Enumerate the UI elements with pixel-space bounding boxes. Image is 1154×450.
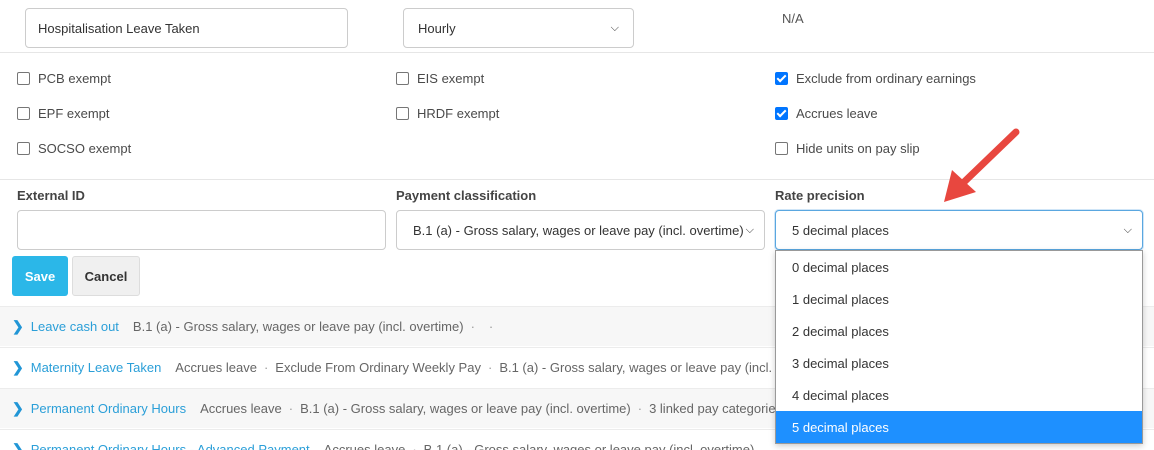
- checkbox[interactable]: [775, 72, 788, 85]
- payment-classification-value: B.1 (a) - Gross salary, wages or leave p…: [413, 222, 744, 238]
- checkbox-label: Exclude from ordinary earnings: [796, 71, 976, 86]
- checkbox-label: Accrues leave: [796, 106, 878, 121]
- separator-dot: ·: [488, 319, 494, 334]
- external-id-input[interactable]: [17, 210, 386, 250]
- chevron-right-icon[interactable]: ❯: [12, 441, 24, 450]
- checkbox[interactable]: [17, 72, 30, 85]
- na-text: N/A: [782, 11, 804, 26]
- checkbox[interactable]: [396, 72, 409, 85]
- external-id-label: External ID: [17, 188, 85, 203]
- checkbox-row[interactable]: Hide units on pay slip: [775, 141, 920, 156]
- checkbox-row[interactable]: HRDF exempt: [396, 106, 499, 121]
- checkbox-row[interactable]: EIS exempt: [396, 71, 484, 86]
- rate-precision-option[interactable]: 4 decimal places: [776, 379, 1142, 411]
- list-item-meta: Accrues leave: [323, 442, 406, 450]
- unit-select-value: Hourly: [418, 20, 456, 36]
- list-item-meta: 3 linked pay categories: [649, 401, 783, 416]
- separator-dot: ·: [412, 442, 417, 450]
- top-row: Hourly ⌵ N/A: [0, 0, 1154, 53]
- separator-dot: ·: [263, 360, 269, 375]
- rate-precision-select[interactable]: 5 decimal places ⌵: [775, 210, 1143, 250]
- separator-dot: ·: [487, 360, 493, 375]
- checkbox-label: SOCSO exempt: [38, 141, 132, 156]
- checkbox-label: PCB exempt: [38, 71, 111, 86]
- checkbox-label: HRDF exempt: [417, 106, 500, 121]
- checkbox-row[interactable]: PCB exempt: [17, 71, 111, 86]
- checkbox[interactable]: [775, 107, 788, 120]
- rate-precision-option[interactable]: 5 decimal places: [776, 411, 1142, 443]
- chevron-down-icon: ⌵: [745, 223, 754, 236]
- chevron-right-icon[interactable]: ❯: [12, 400, 24, 417]
- separator-dot: ·: [470, 319, 475, 334]
- cancel-button[interactable]: Cancel: [72, 256, 140, 296]
- chevron-right-icon[interactable]: ❯: [12, 318, 24, 335]
- chevron-right-icon[interactable]: ❯: [12, 359, 24, 376]
- list-item-title[interactable]: Permanent Ordinary Hours: [31, 401, 186, 416]
- list-item-meta: Exclude From Ordinary Weekly Pay: [275, 360, 481, 375]
- list-item-title[interactable]: Permanent Ordinary Hours - Advanced Paym…: [31, 442, 310, 450]
- rate-precision-value: 5 decimal places: [792, 222, 889, 238]
- checkbox-label: Hide units on pay slip: [796, 141, 920, 156]
- rate-precision-option[interactable]: 0 decimal places: [776, 251, 1142, 283]
- checkbox[interactable]: [396, 107, 409, 120]
- rate-precision-option[interactable]: 2 decimal places: [776, 315, 1142, 347]
- separator-dot: ·: [637, 401, 643, 416]
- checkbox-row[interactable]: EPF exempt: [17, 106, 110, 121]
- rate-precision-dropdown: 0 decimal places 1 decimal places 2 decima…: [775, 250, 1143, 444]
- checkbox[interactable]: [17, 142, 30, 155]
- list-item-title[interactable]: Maternity Leave Taken: [31, 360, 162, 375]
- unit-select[interactable]: Hourly ⌵: [403, 8, 634, 48]
- checkbox-label: EIS exempt: [417, 71, 485, 86]
- leave-name-input[interactable]: [25, 8, 348, 48]
- checkbox-row[interactable]: Accrues leave: [775, 106, 878, 121]
- chevron-down-icon: ⌵: [1123, 223, 1132, 236]
- list-item-meta: Accrues leave: [175, 360, 257, 375]
- checkbox-label: EPF exempt: [38, 106, 110, 121]
- red-arrow-icon: [944, 128, 1020, 202]
- rate-precision-option[interactable]: 1 decimal places: [776, 283, 1142, 315]
- list-item-title[interactable]: Leave cash out: [31, 319, 119, 334]
- payment-classification-label: Payment classification: [396, 188, 537, 203]
- checkbox[interactable]: [17, 107, 30, 120]
- checkbox-row[interactable]: SOCSO exempt: [17, 141, 131, 156]
- list-item-meta: Accrues leave: [200, 401, 282, 416]
- rate-precision-option[interactable]: 3 decimal places: [776, 347, 1142, 379]
- payment-classification-select[interactable]: B.1 (a) - Gross salary, wages or leave p…: [396, 210, 765, 250]
- chevron-down-icon: ⌵: [610, 21, 619, 34]
- list-item-meta: B.1 (a) - Gross salary, wages or leave p…: [300, 401, 631, 416]
- list-item-meta: B.1 (a) - Gross salary, wages or leave p…: [423, 442, 755, 450]
- checkbox[interactable]: [775, 142, 788, 155]
- list-item-meta: B.1 (a) - Gross salary, wages or leave p…: [132, 319, 464, 334]
- checkbox-row[interactable]: Exclude from ordinary earnings: [775, 71, 976, 86]
- separator-dot: ·: [288, 401, 294, 416]
- rate-precision-label: Rate precision: [775, 188, 865, 203]
- save-button[interactable]: Save: [12, 256, 68, 296]
